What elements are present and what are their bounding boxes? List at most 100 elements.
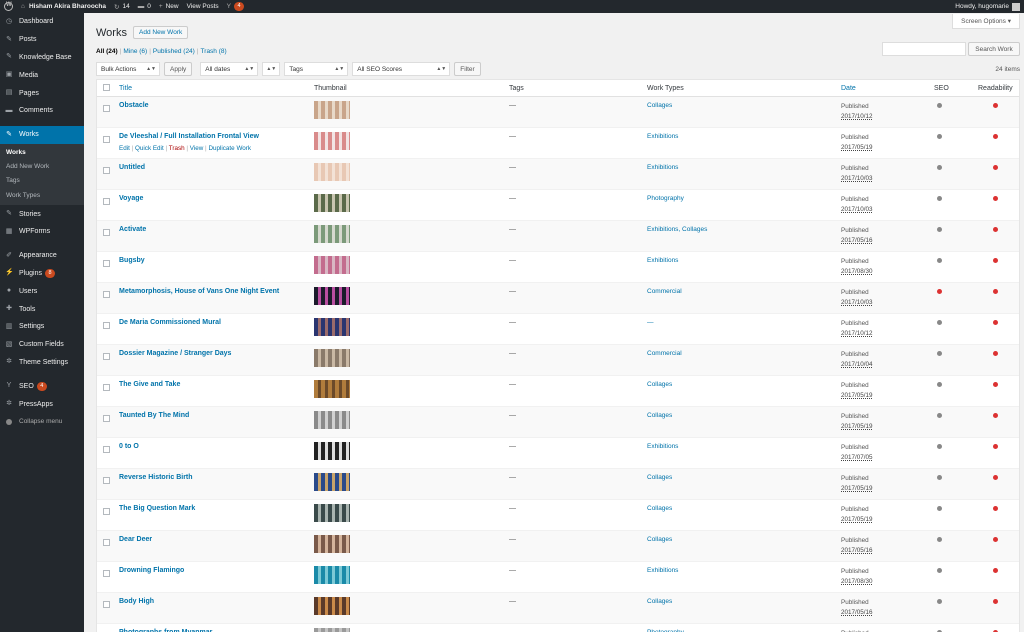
work-types-cell[interactable]: Commercial	[647, 288, 682, 295]
work-types-cell[interactable]: Exhibitions	[647, 567, 678, 574]
work-title-link[interactable]: Obstacle	[119, 102, 149, 109]
submenu-item-work-types[interactable]: Work Types	[0, 189, 84, 203]
work-thumbnail[interactable]	[314, 504, 350, 522]
work-thumbnail[interactable]	[314, 442, 350, 460]
work-title-link[interactable]: Voyage	[119, 195, 143, 202]
add-new-work-button[interactable]: Add New Work	[133, 26, 189, 39]
site-name-link[interactable]: ⌂ Hisham Akira Bharoocha	[17, 0, 110, 13]
work-types-cell[interactable]: Exhibitions, Collages	[647, 226, 707, 233]
work-title-link[interactable]: The Give and Take	[119, 381, 180, 388]
row-checkbox[interactable]	[103, 105, 110, 112]
new-content-link[interactable]: + New	[155, 0, 183, 13]
work-title-link[interactable]: Body High	[119, 598, 154, 605]
work-thumbnail[interactable]	[314, 349, 350, 367]
work-thumbnail[interactable]	[314, 101, 350, 119]
sidebar-item-settings[interactable]: ▥ Settings	[0, 318, 84, 336]
sidebar-item-seo[interactable]: Y SEO 4	[0, 377, 84, 395]
work-title-link[interactable]: De Vleeshal / Full Installation Frontal …	[119, 133, 259, 140]
select-all-checkbox[interactable]	[103, 84, 110, 91]
row-checkbox[interactable]	[103, 384, 110, 391]
view-link[interactable]: View	[190, 145, 204, 152]
duplicate-link[interactable]: Duplicate Work	[208, 145, 251, 152]
work-title-link[interactable]: Metamorphosis, House of Vans One Night E…	[119, 288, 279, 295]
sidebar-item-posts[interactable]: ✎ Posts	[0, 31, 84, 49]
work-thumbnail[interactable]	[314, 473, 350, 491]
work-thumbnail[interactable]	[314, 535, 350, 553]
search-input[interactable]	[882, 42, 966, 56]
sidebar-item-theme-settings[interactable]: ✲ Theme Settings	[0, 354, 84, 372]
sidebar-item-comments[interactable]: ▬ Comments	[0, 102, 84, 120]
work-title-link[interactable]: Taunted By The Mind	[119, 412, 189, 419]
filter-button[interactable]: Filter	[454, 62, 481, 76]
row-checkbox[interactable]	[103, 508, 110, 515]
work-thumbnail[interactable]	[314, 380, 350, 398]
comments-link[interactable]: ▬ 0	[134, 0, 155, 13]
work-thumbnail[interactable]	[314, 132, 350, 150]
work-types-cell[interactable]: Commercial	[647, 350, 682, 357]
work-thumbnail[interactable]	[314, 163, 350, 181]
submenu-item-tags[interactable]: Tags	[0, 174, 84, 188]
category-filter-select[interactable]: ▲▼	[262, 62, 281, 76]
work-thumbnail[interactable]	[314, 225, 350, 243]
work-types-cell[interactable]: Collages	[647, 536, 672, 543]
work-types-cell[interactable]: Exhibitions	[647, 443, 678, 450]
sidebar-item-plugins[interactable]: ⚡ Plugins 8	[0, 265, 84, 283]
trash-link[interactable]: Trash	[169, 145, 185, 152]
sidebar-item-pages[interactable]: ▤ Pages	[0, 84, 84, 102]
work-thumbnail[interactable]	[314, 287, 350, 305]
work-title-link[interactable]: De Maria Commissioned Mural	[119, 319, 221, 326]
row-checkbox[interactable]	[103, 415, 110, 422]
work-title-link[interactable]: Bugsby	[119, 257, 145, 264]
seo-notifications-link[interactable]: Y4	[223, 0, 248, 13]
work-types-cell[interactable]: Collages	[647, 505, 672, 512]
edit-link[interactable]: Edit	[119, 145, 130, 152]
view-published-link[interactable]: Published (24)	[153, 48, 195, 55]
sidebar-item-stories[interactable]: ✎ Stories	[0, 205, 84, 223]
date-column-header[interactable]: Date	[841, 85, 856, 92]
work-types-cell[interactable]: Collages	[647, 598, 672, 605]
view-trash-link[interactable]: Trash (8)	[201, 48, 227, 55]
work-title-link[interactable]: Dossier Magazine / Stranger Days	[119, 350, 231, 357]
tags-filter-select[interactable]: Tags ▲▼	[284, 62, 349, 76]
row-checkbox[interactable]	[103, 167, 110, 174]
sidebar-item-users[interactable]: ● Users	[0, 282, 84, 300]
sidebar-item-pressapps[interactable]: ✲ PressApps	[0, 395, 84, 413]
screen-options-button[interactable]: Screen Options ▾	[952, 14, 1020, 29]
row-checkbox[interactable]	[103, 260, 110, 267]
apply-button[interactable]: Apply	[164, 62, 193, 76]
sidebar-item-custom-fields[interactable]: ▧ Custom Fields	[0, 336, 84, 354]
updates-link[interactable]: ↻ 14	[110, 0, 134, 13]
work-title-link[interactable]: Activate	[119, 226, 146, 233]
sidebar-item-appearance[interactable]: ✐ Appearance	[0, 247, 84, 265]
sidebar-item-collapse-menu[interactable]: Collapse menu	[0, 413, 84, 431]
sidebar-item-tools[interactable]: ✚ Tools	[0, 300, 84, 318]
work-title-link[interactable]: Dear Deer	[119, 536, 152, 543]
row-checkbox[interactable]	[103, 601, 110, 608]
search-work-button[interactable]: Search Work	[968, 42, 1020, 56]
row-checkbox[interactable]	[103, 198, 110, 205]
date-filter-select[interactable]: All dates ▲▼	[200, 62, 259, 76]
submenu-item-works[interactable]: Works	[0, 146, 84, 160]
row-checkbox[interactable]	[103, 477, 110, 484]
bulk-actions-select[interactable]: Bulk Actions ▲▼	[96, 62, 160, 76]
row-checkbox[interactable]	[103, 353, 110, 360]
wordpress-logo-button[interactable]	[0, 0, 17, 13]
work-thumbnail[interactable]	[314, 256, 350, 274]
quick-edit-link[interactable]: Quick Edit	[135, 145, 164, 152]
work-thumbnail[interactable]	[314, 411, 350, 429]
work-thumbnail[interactable]	[314, 628, 350, 632]
row-checkbox[interactable]	[103, 570, 110, 577]
view-all-link[interactable]: All (24)	[96, 48, 118, 55]
work-thumbnail[interactable]	[314, 597, 350, 615]
work-types-cell[interactable]: Collages	[647, 381, 672, 388]
sidebar-item-media[interactable]: ▣ Media	[0, 66, 84, 84]
row-checkbox[interactable]	[103, 539, 110, 546]
work-types-cell[interactable]: Collages	[647, 474, 672, 481]
work-types-cell[interactable]: Exhibitions	[647, 164, 678, 171]
work-thumbnail[interactable]	[314, 566, 350, 584]
view-mine-link[interactable]: Mine (6)	[123, 48, 147, 55]
submenu-item-add-new-work[interactable]: Add New Work	[0, 160, 84, 174]
my-account-link[interactable]: Howdy, hugomarie	[951, 0, 1024, 13]
work-title-link[interactable]: Reverse Historic Birth	[119, 474, 193, 481]
work-thumbnail[interactable]	[314, 318, 350, 336]
